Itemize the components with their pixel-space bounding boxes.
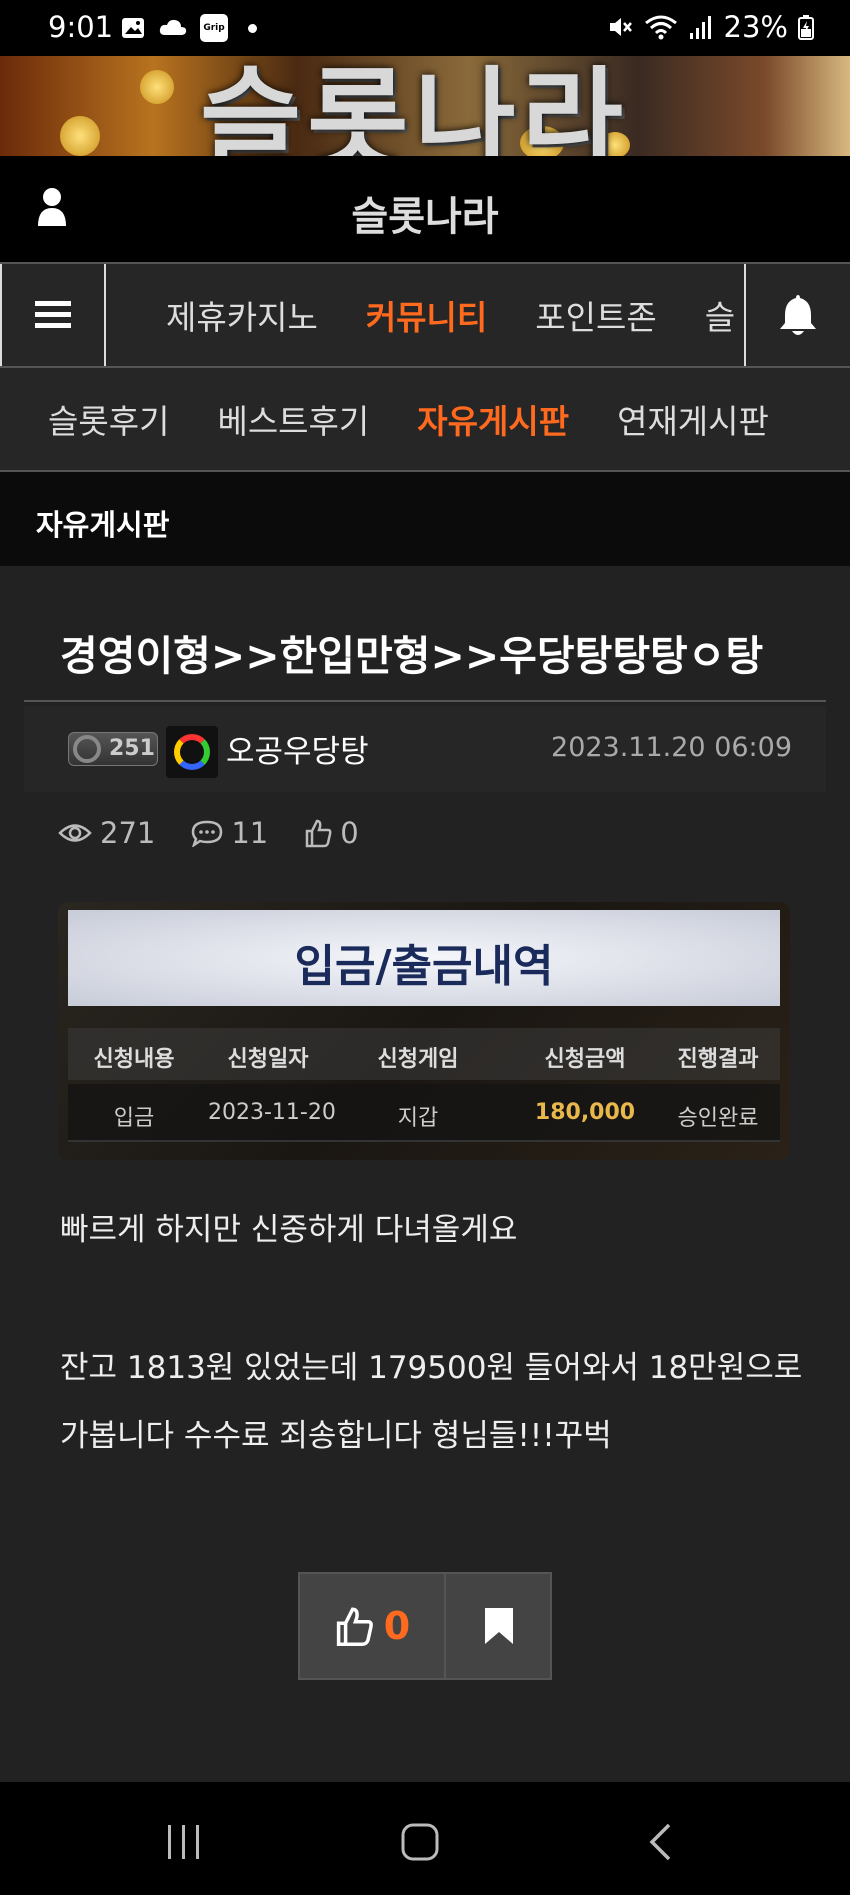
sub-nav-slot-review[interactable]: 슬롯후기 [24,395,193,443]
slip-data-cell: 승인완료 [677,1106,759,1131]
battery-percent: 23% [723,10,788,44]
status-right: 23% [606,10,814,44]
post-content: 경영이형>>한입만형>>우당탕탕탕ㅇ탕 251 오공우당탕 2023.11.20… [0,566,850,1782]
sub-nav-serial-board[interactable]: 연재게시판 [593,395,793,443]
dot-icon [248,23,257,33]
sub-nav-free-board[interactable]: 자유게시판 [393,395,593,443]
slip-data-cell: 2023-11-20 [208,1100,336,1125]
slip-header-cell: 신청게임 [377,1047,459,1072]
avatar[interactable] [166,726,218,778]
signal-icon [689,16,711,39]
menu-icon [35,301,71,328]
views-count: 271 [100,816,156,850]
main-nav: 제휴카지노 커뮤니티 포인트존 슬 [0,262,850,368]
menu-button[interactable] [0,264,106,366]
back-button[interactable] [630,1812,690,1872]
bell-icon [780,295,816,335]
notification-button[interactable] [744,264,850,366]
level-number: 251 [109,736,155,761]
comments-count: 11 [231,816,269,850]
divider [24,700,826,702]
sub-nav-best-review[interactable]: 베스트후기 [193,395,393,443]
nav-item-slot[interactable]: 슬 [681,291,744,339]
battery-charging-icon [798,15,814,40]
status-left-icons: Grip [120,14,257,42]
post-title: 경영이형>>한입만형>>우당탕탕탕ㅇ탕 [60,632,764,680]
site-title[interactable]: 슬롯나라 [0,184,850,242]
site-banner[interactable]: 슬롯나라 [0,56,850,156]
level-gear-icon [73,735,101,763]
like-button-count: 0 [383,1604,411,1648]
cloud-icon [159,19,187,35]
back-icon [649,1823,671,1861]
board-title: 자유게시판 [36,508,170,542]
sub-nav: 슬롯후기 베스트후기 자유게시판 연재게시판 [0,368,850,472]
slip-header-cell: 신청금액 [544,1047,626,1072]
slip-data-cell: 입금 [113,1106,155,1131]
bookmark-button[interactable] [446,1574,552,1678]
level-badge: 251 [68,732,158,766]
mute-icon [609,18,632,36]
nav-item-point-zone[interactable]: 포인트존 [511,291,680,339]
slip-amount-cell: 180,000 [534,1100,636,1125]
deposit-slip-image: 입금/출금내역 신청내용 신청일자 신청게임 신청금액 진행결과 입금 2023… [58,902,790,1160]
comments-stat: 11 [191,816,268,850]
eye-icon [58,824,92,842]
likes-stat: 0 [304,816,359,850]
coin-decoration [140,70,174,104]
wifi-icon [644,15,677,40]
thumbs-up-icon [306,819,332,848]
thumbs-up-icon [336,1607,373,1646]
system-nav-bar [0,1782,850,1895]
like-button[interactable]: 0 [300,1574,446,1678]
bookmark-icon [485,1608,513,1644]
recents-button[interactable] [154,1812,214,1872]
post-date: 2023.11.20 06:09 [551,732,792,763]
recents-icon [168,1825,199,1859]
home-button[interactable] [390,1812,450,1872]
slip-header-cell: 진행결과 [677,1047,759,1072]
slip-header-row: 신청내용 신청일자 신청게임 신청금액 진행결과 [68,1028,780,1080]
status-bar: 9:01 Grip 23% [0,0,850,56]
author-row: 251 오공우당탕 2023.11.20 06:09 [24,706,826,792]
image-icon [122,18,144,38]
nav-item-partner-casino[interactable]: 제휴카지노 [106,291,342,339]
nav-item-community[interactable]: 커뮤니티 [342,291,511,339]
home-icon [401,1823,439,1861]
slip-data-row: 입금 2023-11-20 지갑 180,000 승인완료 [68,1084,780,1142]
slip-header: 입금/출금내역 [68,910,780,1006]
main-nav-items: 제휴카지노 커뮤니티 포인트존 슬 [106,264,744,366]
slip-header-cell: 신청일자 [227,1047,309,1072]
views-stat: 271 [58,816,155,850]
grip-app-icon: Grip [200,14,228,42]
post-body-line: 가봅니다 수수료 죄송합니다 형님들!!!꾸벅 [60,1418,612,1454]
banner-logo-text: 슬롯나라 [200,56,629,156]
post-actions: 0 [298,1572,552,1680]
slip-header-cell: 신청내용 [93,1047,175,1072]
board-title-bar: 자유게시판 [0,472,850,566]
slip-title: 입금/출금내역 [294,941,554,992]
post-stats: 271 11 0 [58,816,359,850]
author-name[interactable]: 오공우당탕 [226,726,369,771]
coin-decoration [60,116,100,156]
slip-data-cell: 지갑 [397,1106,439,1131]
post-body-line: 잔고 1813원 있었는데 179500원 들어와서 18만원으로 [60,1350,803,1386]
post-body-line: 빠르게 하지만 신중하게 다녀올게요 [60,1212,518,1248]
site-header: 슬롯나라 [0,156,850,262]
likes-count: 0 [340,816,359,850]
status-time: 9:01 [48,10,114,44]
comment-icon [192,820,223,847]
